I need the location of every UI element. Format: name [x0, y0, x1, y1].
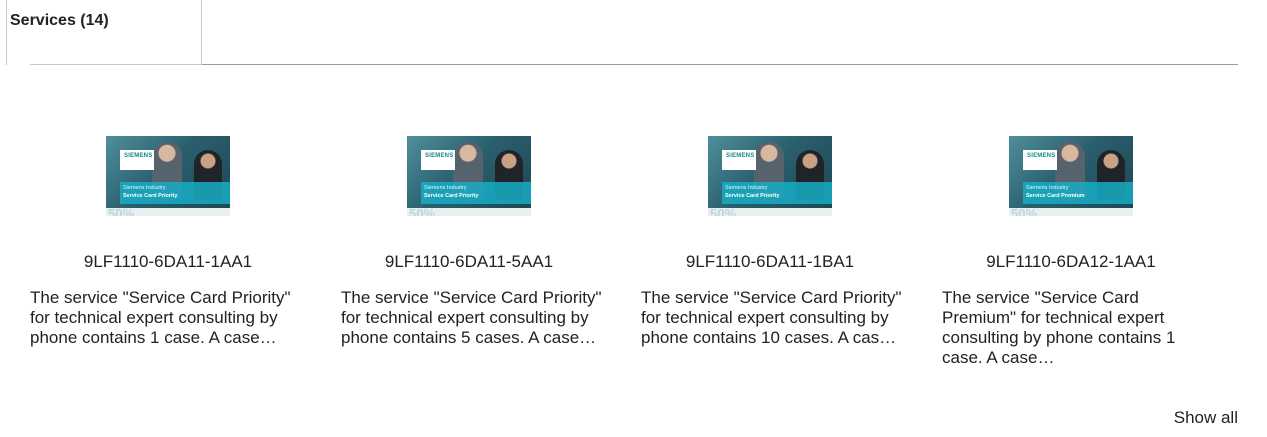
siemens-logo: SIEMENS — [421, 150, 455, 170]
siemens-logo: SIEMENS — [120, 150, 154, 170]
service-description: The service "Service Card Priority" for … — [30, 288, 291, 347]
service-card-thumbnail[interactable]: SIEMENS Siemens Industry Service Card Pr… — [407, 136, 531, 216]
service-description: The service "Service Card Priority" for … — [341, 288, 602, 347]
service-card-thumbnail[interactable]: SIEMENS Siemens Industry Service Card Pr… — [708, 136, 832, 216]
tab-divider-left — [30, 64, 202, 65]
service-card-thumbnail[interactable]: SIEMENS Siemens Industry Service Card Pr… — [1009, 136, 1133, 216]
service-code[interactable]: 9LF1110-6DA11-1BA1 — [640, 252, 900, 272]
tab-services-label: Services (14) — [10, 12, 109, 29]
service-code[interactable]: 9LF1110-6DA11-5AA1 — [339, 252, 599, 272]
tab-services[interactable]: Services (14) — [6, 0, 202, 65]
tab-divider — [202, 64, 1238, 65]
service-description: The service "Service Card Priority" for … — [641, 288, 902, 347]
siemens-logo: SIEMENS — [1023, 150, 1057, 170]
show-all-link[interactable]: Show all — [1174, 408, 1238, 428]
service-description: The service "Service Card Premium" for t… — [942, 288, 1176, 367]
tab-bar: Services (14) — [0, 0, 1267, 66]
service-code[interactable]: 9LF1110-6DA11-1AA1 — [38, 252, 298, 272]
services-panel: Services (14) SIEMENS Siemens Industry S… — [0, 0, 1267, 437]
service-code[interactable]: 9LF1110-6DA12-1AA1 — [941, 252, 1201, 272]
service-card-thumbnail[interactable]: SIEMENS Siemens Industry Service Card Pr… — [106, 136, 230, 216]
siemens-logo: SIEMENS — [722, 150, 756, 170]
